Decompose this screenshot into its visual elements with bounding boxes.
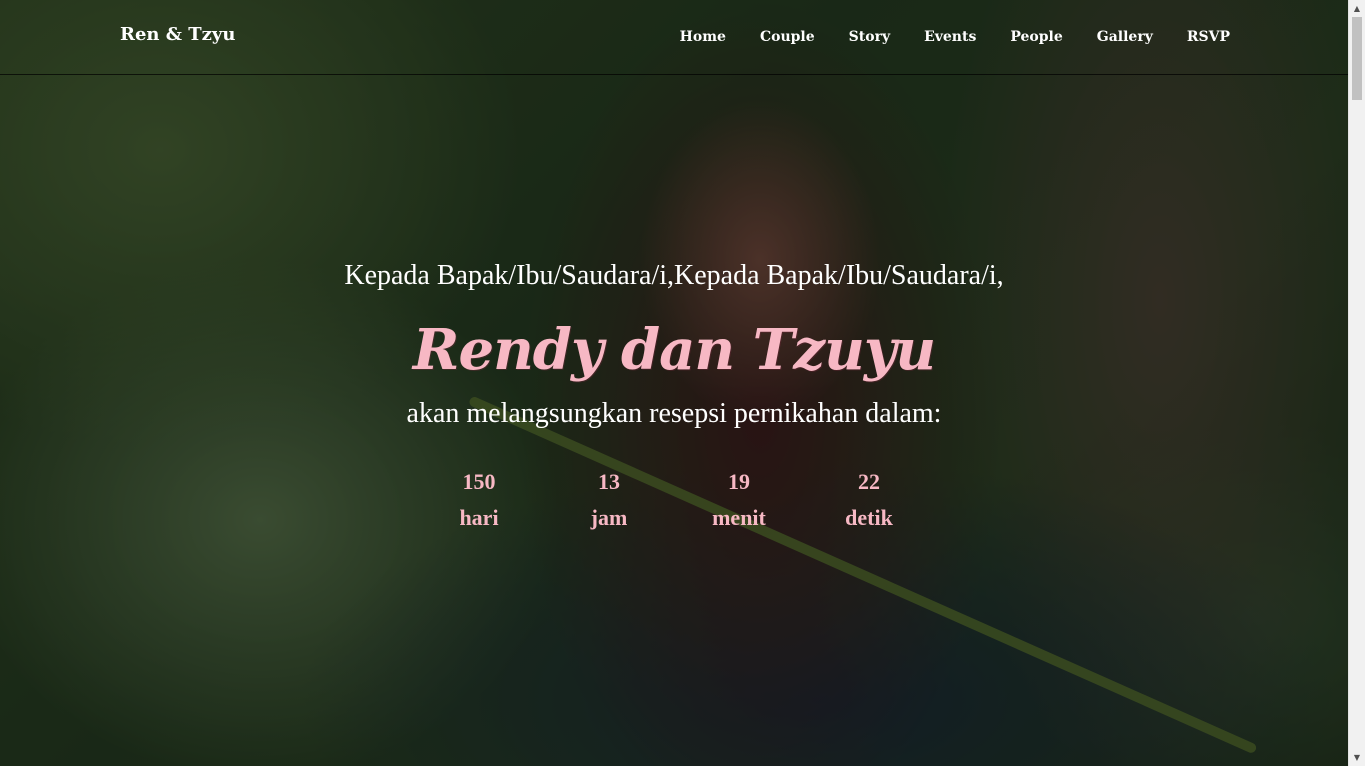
nav-link-people[interactable]: People: [1010, 29, 1062, 45]
nav-item-rsvp: RSVP: [1187, 28, 1230, 46]
nav-menu: Home Couple Story Events People Gallery …: [646, 28, 1230, 46]
nav-link-rsvp[interactable]: RSVP: [1187, 29, 1230, 45]
nav-item-gallery: Gallery: [1097, 28, 1153, 46]
top-navbar: Ren & Tzyu Home Couple Story Events Peop…: [0, 0, 1348, 75]
countdown-days-label: hari: [459, 505, 499, 530]
nav-item-story: Story: [849, 28, 890, 46]
countdown-minutes-value: 19: [728, 469, 750, 494]
countdown-days: 150 hari: [414, 468, 544, 532]
hero-subtitle: akan melangsungkan resepsi pernikahan da…: [406, 398, 942, 429]
page-scrollbar[interactable]: ▲ ▼: [1348, 0, 1365, 766]
arrow-down-icon[interactable]: ▼: [1349, 749, 1365, 766]
countdown-days-value: 150: [462, 469, 496, 494]
brand-logo-link[interactable]: Ren & Tzyu: [120, 24, 235, 45]
arrow-up-icon[interactable]: ▲: [1349, 0, 1365, 17]
countdown-hours: 13 jam: [544, 468, 674, 532]
countdown-timer: 150 hari 13 jam 19 menit 22 detik: [414, 468, 934, 532]
countdown-seconds-label: detik: [845, 505, 893, 530]
nav-link-gallery[interactable]: Gallery: [1097, 29, 1153, 45]
nav-item-people: People: [1010, 28, 1062, 46]
countdown-minutes-label: menit: [712, 505, 766, 530]
nav-link-home[interactable]: Home: [680, 29, 726, 45]
nav-link-story[interactable]: Story: [849, 29, 890, 45]
countdown-minutes: 19 menit: [674, 468, 804, 532]
countdown-seconds-value: 22: [858, 469, 880, 494]
nav-item-couple: Couple: [760, 28, 815, 46]
nav-link-events[interactable]: Events: [924, 29, 976, 45]
hero-couple-name: Rendy dan Tzuyu: [412, 317, 936, 383]
hero-greeting: Kepada Bapak/Ibu/Saudara/i,Kepada Bapak/…: [344, 260, 1004, 291]
hero-text-block: Kepada Bapak/Ibu/Saudara/i,Kepada Bapak/…: [0, 258, 1348, 432]
countdown-hours-value: 13: [598, 469, 620, 494]
countdown-seconds: 22 detik: [804, 468, 934, 532]
nav-link-couple[interactable]: Couple: [760, 29, 815, 45]
countdown-hours-label: jam: [590, 505, 628, 530]
scrollbar-thumb[interactable]: [1352, 17, 1362, 100]
page-viewport: Ren & Tzyu Home Couple Story Events Peop…: [0, 0, 1348, 766]
nav-item-home: Home: [680, 28, 726, 46]
nav-item-events: Events: [924, 28, 976, 46]
